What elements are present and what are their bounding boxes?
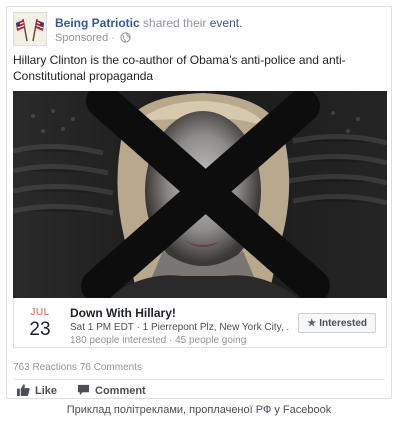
event-cover-photo[interactable] [13,91,387,298]
thumbs-up-icon [17,384,30,396]
post-text: Hillary Clinton is the co-author of Obam… [13,53,346,83]
comment-button[interactable]: Comment [77,384,146,397]
page-avatar[interactable] [13,12,47,46]
comment-icon [77,384,90,396]
post-actions: Like Comment [13,384,385,400]
reactions-count[interactable]: 763 Reactions [13,362,77,373]
globe-icon [120,32,131,43]
comment-label: Comment [95,385,146,397]
post-author-line: Being Patriotic shared their event. [55,16,242,30]
actions-divider [13,379,385,380]
sponsored-line: Sponsored · [55,32,131,44]
sponsored-post-card: Being Patriotic shared their event. Spon… [6,6,392,399]
sponsored-label[interactable]: Sponsored [55,32,108,44]
event-time-location: Sat 1 PM EDT · 1 Pierrepont Plz, New Yor… [70,322,290,333]
like-label: Like [35,385,58,397]
flags-avatar-icon [16,18,44,42]
separator-dot: · [111,32,115,44]
page-name-link[interactable]: Being Patriotic [55,16,140,30]
image-caption: Приклад політреклами, проплаченої РФ у F… [66,404,332,416]
engagement-summary: 763 Reactions 76 Comments [13,362,142,373]
event-title[interactable]: Down With Hillary! [70,306,176,320]
action-text: shared their [143,16,207,30]
event-day: 23 [29,319,51,340]
comments-count[interactable]: 76 Comments [80,362,142,373]
event-attendance: 180 people interested · 45 people going [70,335,247,346]
cover-image [13,91,387,298]
interested-button[interactable]: ★ Interested [298,313,376,333]
star-icon: ★ [307,318,317,329]
post-header: Being Patriotic shared their event. Spon… [13,12,385,48]
event-month: JUL [30,307,50,318]
event-link[interactable]: event. [210,16,243,30]
interested-label: Interested [319,318,367,329]
event-details-box[interactable]: JUL 23 Down With Hillary! Sat 1 PM EDT ·… [13,298,387,348]
like-button[interactable]: Like [17,384,57,397]
